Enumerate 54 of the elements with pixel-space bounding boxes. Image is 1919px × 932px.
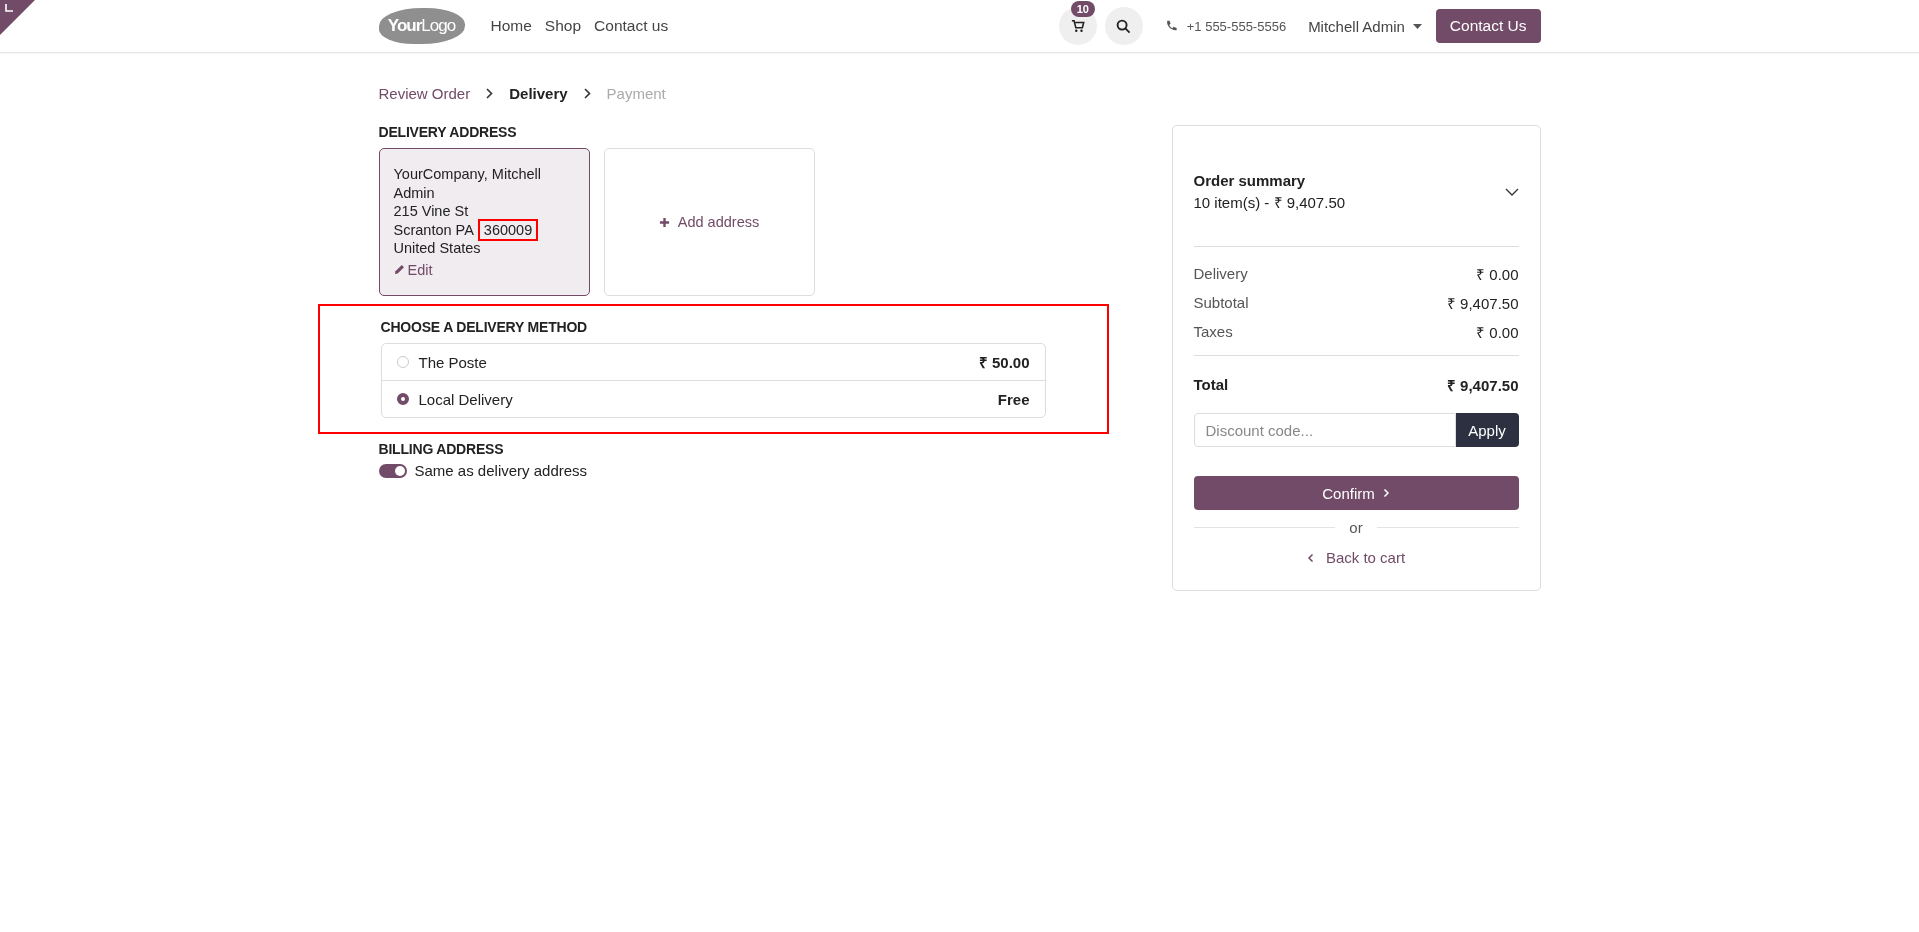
chevron-right-icon xyxy=(1382,488,1390,498)
chevron-left-icon xyxy=(1306,552,1314,563)
section-heading: DELIVERY ADDRESS xyxy=(378,124,518,140)
nav-link[interactable]: Contact us xyxy=(594,17,669,35)
radio-button[interactable] xyxy=(396,393,409,405)
chevron-right-icon xyxy=(486,87,494,99)
postal-code: 360009 xyxy=(477,218,539,241)
address-country: United States xyxy=(393,239,482,258)
cart-icon xyxy=(1070,19,1085,33)
address-city: Scranton PA xyxy=(393,220,474,239)
nav-link[interactable]: Shop xyxy=(544,17,582,35)
summary-label: Taxes xyxy=(1193,323,1233,340)
or-divider-text: or xyxy=(1349,519,1363,536)
phone-icon xyxy=(1164,20,1177,32)
contact-us-button[interactable]: Contact Us xyxy=(1435,9,1541,43)
summary-subtitle: 10 item(s) - ₹ 9,407.50 xyxy=(1193,193,1346,212)
delivery-option[interactable]: The Poste ₹ 50.00 xyxy=(381,344,1045,380)
summary-value: ₹ 9,407.50 xyxy=(1446,293,1519,313)
section-heading: BILLING ADDRESS xyxy=(378,441,505,457)
summary-label: Delivery xyxy=(1193,265,1248,282)
toggle-label: Same as delivery address xyxy=(414,462,588,479)
toggle-switch[interactable] xyxy=(378,463,407,478)
summary-value: ₹ 0.00 xyxy=(1476,264,1519,284)
back-to-cart-link[interactable]: Back to cart xyxy=(1193,549,1519,566)
caret-icon xyxy=(1412,23,1422,29)
cart-button[interactable] xyxy=(1058,7,1097,45)
phone-number: +1 555-555-5556 xyxy=(1186,18,1287,34)
address-street: 215 Vine St xyxy=(393,202,470,221)
address-card[interactable]: YourCompany, Mitchell Admin 215 Vine St Scranton PA 360009 United States Edit xyxy=(378,148,590,296)
summary-label: Subtotal xyxy=(1193,294,1249,311)
breadcrumb-step[interactable]: Delivery xyxy=(509,84,568,102)
edit-link[interactable]: Edit xyxy=(393,260,575,279)
discount-code-field[interactable]: Discount code... xyxy=(1193,413,1456,447)
total-value: ₹ 9,407.50 xyxy=(1446,375,1519,395)
pencil-icon xyxy=(393,264,405,276)
user-menu[interactable]: Mitchell Admin xyxy=(1308,17,1422,35)
summary-value: ₹ 0.00 xyxy=(1476,322,1519,342)
delivery-option[interactable]: Local Delivery Free xyxy=(381,380,1045,417)
confirm-button[interactable]: Confirm xyxy=(1193,476,1519,510)
address-name: YourCompany, Mitchell Admin xyxy=(393,165,542,202)
summary-title: Order summary xyxy=(1193,172,1307,189)
nav-link[interactable]: Home xyxy=(490,17,532,35)
chevron-down-icon[interactable] xyxy=(1504,188,1519,196)
section-heading: CHOOSE A DELIVERY METHOD xyxy=(380,319,589,335)
cart-count-badge: 10 xyxy=(1070,1,1095,17)
chevron-right-icon xyxy=(583,87,591,99)
total-label: Total xyxy=(1193,376,1229,393)
apply-button[interactable]: Apply xyxy=(1455,413,1519,447)
plus-icon xyxy=(658,216,670,228)
search-button[interactable] xyxy=(1104,7,1143,45)
breadcrumb-step[interactable]: Review Order xyxy=(378,84,471,102)
add-address-card[interactable]: Add address xyxy=(603,148,815,296)
edit-corner-icon[interactable] xyxy=(0,0,35,35)
search-icon xyxy=(1116,18,1132,34)
